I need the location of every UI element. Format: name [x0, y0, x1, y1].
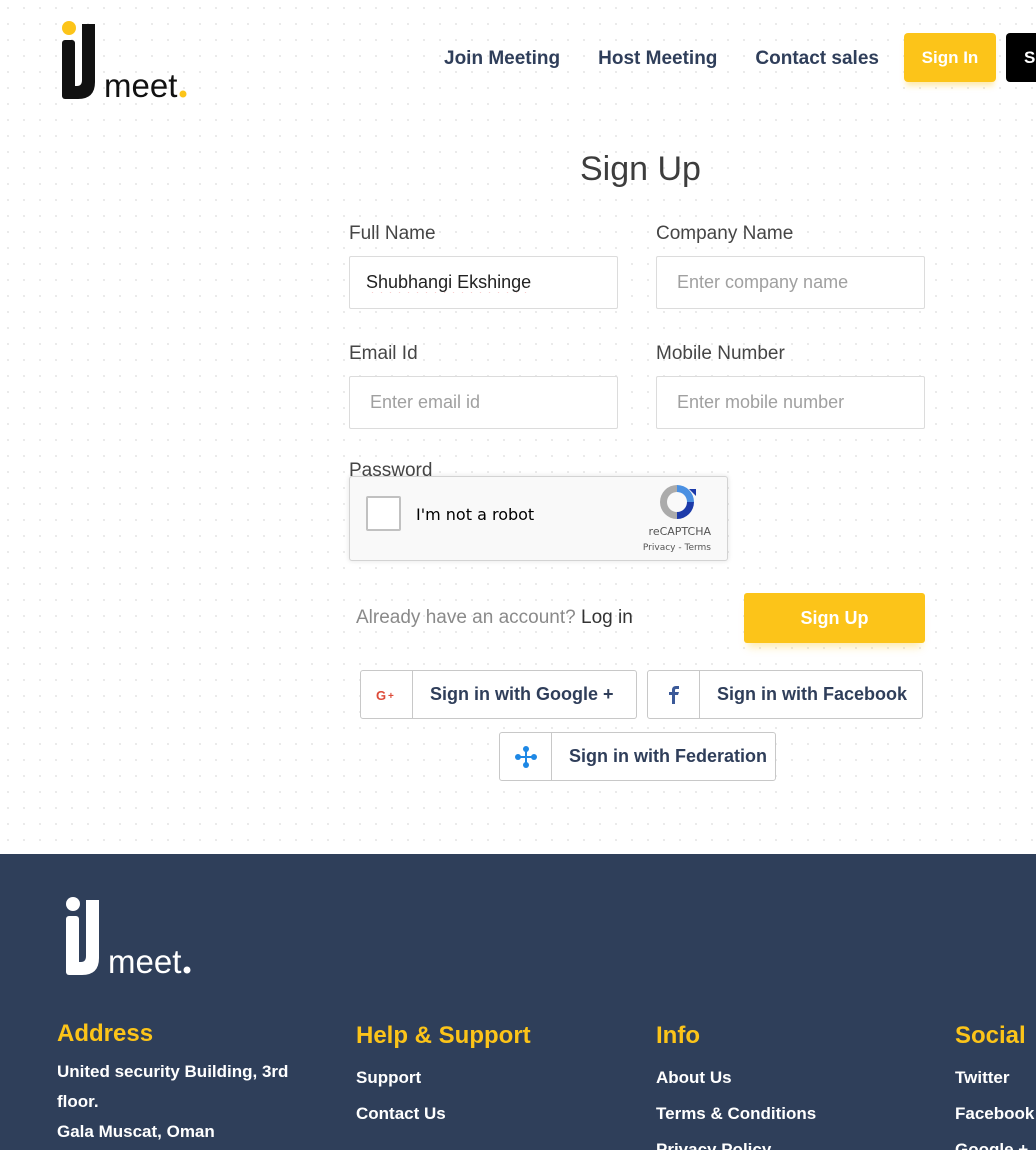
- full-name-input[interactable]: [349, 256, 618, 309]
- facebook-icon: [648, 671, 700, 718]
- recaptcha-label: I'm not a robot: [416, 505, 535, 524]
- footer-address-line: United security Building, 3rd: [57, 1062, 289, 1081]
- full-name-label: Full Name: [349, 223, 436, 244]
- footer-link-twitter[interactable]: Twitter: [955, 1068, 1034, 1088]
- footer-link-google-plus[interactable]: Google +: [955, 1140, 1034, 1150]
- nav-contact-sales[interactable]: Contact sales: [755, 48, 879, 70]
- login-link[interactable]: Log in: [581, 607, 633, 628]
- recaptcha-links: Privacy - Terms: [643, 543, 711, 553]
- footer-logo[interactable]: meet: [64, 896, 204, 980]
- mobile-input[interactable]: [656, 376, 925, 429]
- footer-social-heading: Social: [955, 1022, 1026, 1049]
- footer-address-heading: Address: [57, 1020, 154, 1047]
- recaptcha-terms-link[interactable]: Terms: [684, 543, 711, 553]
- email-input[interactable]: [349, 376, 618, 429]
- mobile-label: Mobile Number: [656, 343, 785, 364]
- company-name-label: Company Name: [656, 223, 794, 244]
- federation-signin-label: Sign in with Federation: [569, 746, 767, 766]
- svg-text:meet: meet: [104, 67, 177, 102]
- already-have-account: Already have an account? Log in: [356, 607, 633, 629]
- page-title: Sign Up: [580, 150, 701, 188]
- recaptcha-logo-icon: [656, 481, 698, 523]
- federation-signin-button[interactable]: Sign in with Federation: [499, 732, 776, 781]
- google-plus-icon: G +: [361, 671, 413, 718]
- facebook-signin-label: Sign in with Facebook: [717, 684, 908, 704]
- google-signin-button[interactable]: G + Sign in with Google +: [360, 670, 637, 719]
- company-name-input[interactable]: [656, 256, 925, 309]
- footer-address-line: floor.: [57, 1092, 99, 1111]
- recaptcha-widget: I'm not a robot reCAPTCHA Privacy - Term…: [349, 476, 728, 561]
- footer-help-heading: Help & Support: [356, 1022, 531, 1049]
- recaptcha-privacy-link[interactable]: Privacy: [643, 543, 676, 553]
- main-nav: Join Meeting Host Meeting Contact sales: [444, 48, 917, 70]
- facebook-signin-button[interactable]: Sign in with Facebook: [647, 670, 923, 719]
- svg-text:meet: meet: [108, 943, 181, 978]
- site-footer: meet Address United security Building, 3…: [0, 854, 1036, 1150]
- footer-link-support[interactable]: Support: [356, 1068, 531, 1088]
- header-signin-button[interactable]: Sign In: [904, 33, 996, 82]
- footer-help-support: Help & Support Support Contact Us: [356, 1022, 531, 1124]
- svg-text:G: G: [376, 688, 386, 702]
- footer-address-line: Gala Muscat, Oman: [57, 1122, 215, 1141]
- google-signin-label: Sign in with Google +: [430, 684, 614, 704]
- footer-link-about-us[interactable]: About Us: [656, 1068, 816, 1088]
- footer-link-terms[interactable]: Terms & Conditions: [656, 1104, 816, 1124]
- footer-address: Address United security Building, 3rd fl…: [57, 1020, 288, 1142]
- footer-social: Social Twitter Facebook Google +: [955, 1022, 1034, 1150]
- footer-link-facebook[interactable]: Facebook: [955, 1104, 1034, 1124]
- footer-link-privacy[interactable]: Privacy Policy: [656, 1140, 816, 1150]
- already-text: Already have an account?: [356, 607, 576, 628]
- signup-submit-button[interactable]: Sign Up: [744, 593, 925, 643]
- email-label: Email Id: [349, 343, 418, 364]
- nav-join-meeting[interactable]: Join Meeting: [444, 48, 560, 70]
- nav-host-meeting[interactable]: Host Meeting: [598, 48, 717, 70]
- footer-info-heading: Info: [656, 1022, 700, 1049]
- password-label: Password: [349, 460, 433, 476]
- footer-info: Info About Us Terms & Conditions Privacy…: [656, 1022, 816, 1150]
- recaptcha-checkbox[interactable]: [366, 496, 401, 531]
- federation-icon: [500, 733, 552, 780]
- header-signup-button[interactable]: S: [1006, 33, 1036, 82]
- recaptcha-brand: reCAPTCHA: [648, 525, 711, 538]
- ijmeet-logo[interactable]: meet: [60, 20, 200, 104]
- svg-text:+: +: [388, 691, 394, 702]
- footer-link-contact-us[interactable]: Contact Us: [356, 1104, 531, 1124]
